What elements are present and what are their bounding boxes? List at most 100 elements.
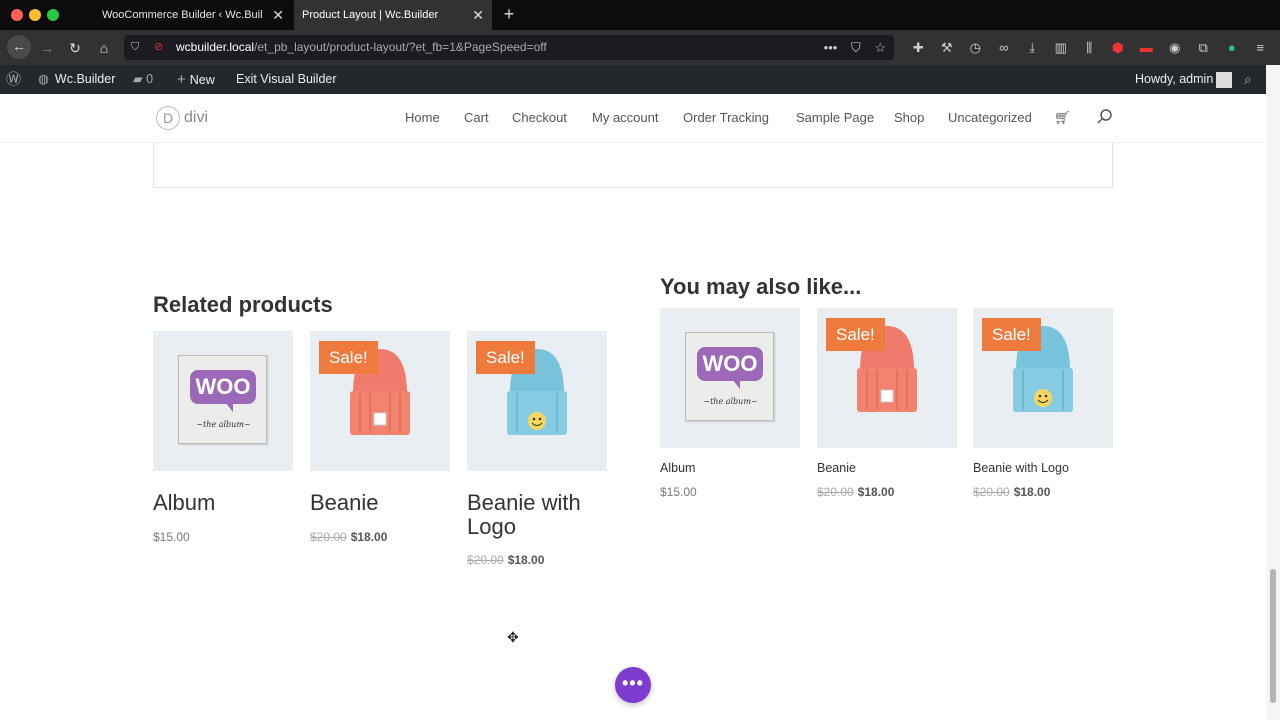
product-image[interactable]: WOO ~the album~ (660, 308, 800, 448)
back-button[interactable]: ← (7, 35, 31, 59)
product-name[interactable]: Album (153, 491, 303, 515)
plus-icon: + (177, 71, 186, 88)
site-logo[interactable]: Ddivi (156, 106, 208, 130)
page-actions-icon[interactable]: ••• (824, 40, 838, 55)
history-icon[interactable]: ◷ (961, 30, 990, 65)
download-icon[interactable]: ⤓ (1018, 30, 1047, 65)
search-icon[interactable]: ⌕ (1244, 65, 1252, 94)
bookmark-star-icon[interactable]: ☆ (874, 40, 886, 55)
menu-icon[interactable]: ≡ (1246, 30, 1275, 65)
logo-letter: D (156, 106, 180, 130)
site-name-link[interactable]: ◍ Wc.Builder (38, 65, 115, 94)
album-subtitle: ~the album~ (703, 397, 758, 406)
product-price: $20.00 $18.00 (973, 485, 1050, 499)
library-icon[interactable]: ⫼ (1075, 30, 1104, 65)
shield-icon[interactable]: ⛉ (131, 39, 143, 55)
tab-label: Product Layout | Wc.Builder (302, 9, 439, 21)
insecure-lock-icon[interactable]: ⊘ (154, 40, 168, 54)
new-content-link[interactable]: + New (177, 65, 215, 95)
reload-button[interactable]: ↻ (64, 37, 86, 59)
translate-icon[interactable]: ⧉ (1189, 30, 1218, 65)
album-cover-image: WOO ~the album~ (178, 355, 267, 444)
lastpass-icon[interactable]: ▬ (1132, 30, 1161, 65)
old-price: $20.00 (467, 553, 504, 567)
menu-item-my-account[interactable]: My account (592, 94, 658, 142)
product-image[interactable]: Sale! (817, 308, 957, 448)
related-products-title: Related products (153, 292, 333, 317)
wordpress-icon[interactable]: Ⓦ (6, 65, 24, 94)
upsell-product-beanie[interactable]: Sale! Beanie $20.00 $18.00 (817, 308, 957, 503)
tab-product-layout[interactable]: Product Layout | Wc.Builder ✕ (294, 0, 492, 30)
new-tab-button[interactable]: + (500, 0, 518, 30)
menu-item-home[interactable]: Home (405, 94, 440, 142)
avatar[interactable] (1216, 72, 1232, 88)
upsell-product-beanie-with-logo[interactable]: Sale! Beanie with Logo $20.00 $18.00 (973, 308, 1113, 503)
product-image[interactable]: WOO ~the album~ (153, 331, 293, 471)
minimize-window-button[interactable] (29, 9, 41, 21)
search-icon[interactable] (1096, 108, 1114, 126)
sidebar-icon[interactable]: ▥ (1047, 30, 1076, 65)
old-price: $20.00 (973, 485, 1010, 499)
menu-item-sample-page[interactable]: Sample Page (796, 94, 874, 142)
howdy-account-link[interactable]: Howdy, admin (1135, 65, 1213, 94)
menu-item-checkout[interactable]: Checkout (512, 94, 567, 142)
wp-admin-bar: Ⓦ ◍ Wc.Builder ▰ 0 + New Exit Visual Build… (0, 65, 1266, 94)
sale-price: $18.00 (507, 553, 545, 567)
related-product-beanie-with-logo[interactable]: Sale! Beanie with Logo $20.00 $18.00 (467, 331, 617, 571)
product-name[interactable]: Album (660, 461, 695, 475)
menu-item-uncategorized[interactable]: Uncategorized (948, 94, 1032, 142)
product-price: $20.00 $18.00 (310, 530, 387, 544)
album-cover-image: WOO ~the album~ (685, 332, 774, 421)
exit-visual-builder-link[interactable]: Exit Visual Builder (236, 65, 337, 94)
close-icon[interactable]: ✕ (472, 0, 484, 30)
product-image[interactable]: Sale! (973, 308, 1113, 448)
product-name[interactable]: Beanie with Logo (467, 491, 617, 539)
extensions-icon[interactable]: ✚ (904, 30, 933, 65)
product-name[interactable]: Beanie (310, 491, 460, 515)
url-text[interactable]: wcbuilder.local/et_pb_layout/product-lay… (176, 35, 547, 60)
adblock-icon[interactable]: ⬢ (1104, 30, 1133, 65)
menu-item-order-tracking[interactable]: Order Tracking (683, 94, 769, 142)
grammarly-icon[interactable]: ● (1218, 30, 1247, 65)
comment-icon: ▰ (133, 72, 143, 86)
tab-label: WooCommerce Builder ‹ Wc.Builder (102, 9, 262, 21)
related-product-album[interactable]: WOO ~the album~ Album $15.00 (153, 331, 293, 551)
close-window-button[interactable] (11, 9, 23, 21)
product-name[interactable]: Beanie (817, 461, 856, 475)
browser-nav-bar: ← → ↻ ⌂ ⛉ ⊘ wcbuilder.local/et_pb_layout… (0, 30, 1280, 65)
product-image[interactable]: Sale! (467, 331, 607, 471)
product-image[interactable]: Sale! (310, 331, 450, 471)
menu-item-shop[interactable]: Shop (894, 94, 924, 142)
account-icon[interactable]: ◉ (1161, 30, 1190, 65)
maximize-window-button[interactable] (47, 9, 59, 21)
product-price: $20.00 $18.00 (467, 553, 544, 567)
comments-count: 0 (146, 72, 154, 86)
sale-price: $18.00 (857, 485, 895, 499)
tab-woocommerce-builder[interactable]: WooCommerce Builder ‹ Wc.Builder ✕ (94, 0, 292, 30)
price: $15.00 (153, 530, 190, 544)
cart-icon[interactable]: 🛒︎ (1054, 110, 1071, 126)
upsell-product-album[interactable]: WOO ~the album~ Album $15.00 (660, 308, 800, 503)
menu-item-cart[interactable]: Cart (464, 94, 489, 142)
address-bar[interactable]: ⛉ ⊘ wcbuilder.local/et_pb_layout/product… (124, 35, 894, 60)
sale-price: $18.00 (1013, 485, 1051, 499)
sale-badge: Sale! (826, 318, 885, 351)
related-product-beanie[interactable]: Sale! Beanie $20.00 $18.00 (310, 331, 450, 551)
home-button[interactable]: ⌂ (93, 37, 115, 59)
product-name[interactable]: Beanie with Logo (973, 461, 1069, 475)
site-header: Ddivi Home Cart Checkout My account Orde… (0, 94, 1266, 142)
comments-link[interactable]: ▰ 0 (133, 65, 153, 94)
site-name-label: Wc.Builder (54, 72, 116, 86)
pocket-icon[interactable]: ⛉ (851, 40, 861, 55)
product-price: $15.00 (660, 485, 697, 499)
url-host: wcbuilder.local (176, 40, 255, 54)
wrench-icon[interactable]: ⚒ (933, 30, 962, 65)
mask-icon[interactable]: ∞ (990, 30, 1019, 65)
builder-settings-button[interactable]: ••• (615, 667, 651, 703)
sale-badge: Sale! (476, 341, 535, 374)
forward-button[interactable]: → (36, 37, 58, 59)
page-scrollbar-thumb[interactable] (1270, 569, 1276, 703)
close-icon[interactable]: ✕ (272, 0, 284, 30)
product-price: $15.00 (153, 530, 190, 544)
move-cursor-icon: ✥ (507, 629, 519, 645)
